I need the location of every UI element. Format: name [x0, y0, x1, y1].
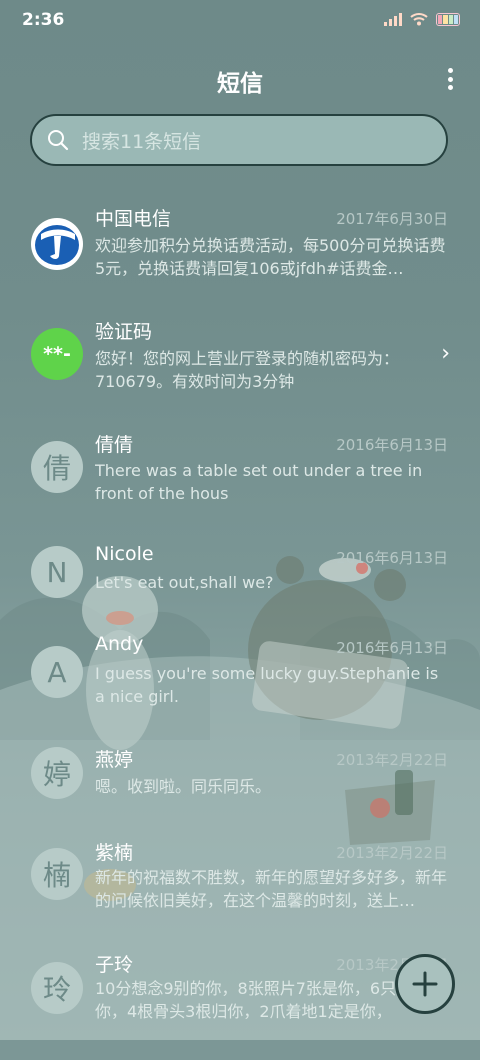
status-time: 2:36: [22, 10, 65, 30]
conversation-item[interactable]: 楠 紫楠 2013年2月22日 新年的祝福数不胜数，新年的愿望好多好多，新年的问…: [0, 838, 480, 948]
contact-name: Andy: [95, 633, 144, 655]
china-telecom-logo-icon: [31, 218, 83, 270]
message-date: 2017年6月30日: [336, 210, 448, 228]
conversation-item[interactable]: 中国电信 2017年6月30日 欢迎参加积分兑换话费活动，每500分可兑换话费5…: [0, 190, 480, 300]
verification-code-icon: **-: [31, 328, 83, 380]
message-preview: 嗯。收到啦。同乐同乐。: [95, 777, 272, 796]
message-date: 2013年2月22日: [336, 751, 448, 769]
contact-name: Nicole: [95, 543, 154, 565]
avatar: N: [31, 546, 83, 598]
search-input[interactable]: 搜索11条短信: [30, 114, 448, 166]
app-header: 短信: [0, 56, 480, 102]
search-placeholder: 搜索11条短信: [82, 130, 202, 153]
status-bar: 2:36: [0, 0, 480, 44]
more-options-icon[interactable]: [446, 68, 454, 90]
wifi-icon: [410, 13, 428, 26]
message-preview: 欢迎参加积分兑换话费活动，每500分可兑换话费5元，兑换话费请回复106或jfd…: [95, 236, 446, 278]
message-date: 2016年6月13日: [336, 436, 448, 454]
page-title: 短信: [217, 71, 263, 97]
conversation-item[interactable]: 倩 倩倩 2016年6月13日 There was a table set ou…: [0, 416, 480, 526]
chevron-right-icon[interactable]: ›: [441, 341, 450, 366]
message-preview: 您好！您的网上营业厅登录的随机密码为：710679。有效时间为3分钟: [95, 349, 400, 391]
cellular-signal-icon: [384, 12, 402, 26]
message-preview: Let's eat out,shall we?: [95, 573, 274, 592]
message-preview: I guess you're some lucky guy.Stephanie …: [95, 664, 439, 706]
message-date: 2013年2月22日: [336, 844, 448, 862]
avatar: 婷: [31, 747, 83, 799]
avatar: 玲: [31, 962, 83, 1014]
message-date: 2016年6月13日: [336, 639, 448, 657]
message-preview: 新年的祝福数不胜数，新年的愿望好多好多，新年的问候依旧美好，在这个温馨的时刻，送…: [95, 868, 448, 910]
contact-name: 中国电信: [95, 208, 172, 230]
battery-icon: [436, 12, 460, 26]
contact-name: 验证码: [95, 321, 153, 343]
avatar: A: [31, 646, 83, 698]
contact-name: 紫楠: [95, 842, 134, 864]
conversation-item[interactable]: N Nicole 2016年6月13日 Let's eat out,shall …: [0, 529, 480, 639]
contact-name: 燕婷: [95, 749, 134, 771]
contact-name: 倩倩: [95, 434, 134, 456]
avatar: 倩: [31, 441, 83, 493]
message-preview: There was a table set out under a tree i…: [95, 461, 423, 503]
new-message-button[interactable]: [395, 954, 455, 1014]
message-date: 2016年6月13日: [336, 549, 448, 567]
conversation-item[interactable]: A Andy 2016年6月13日 I guess you're some lu…: [0, 633, 480, 743]
avatar: 楠: [31, 848, 83, 900]
conversation-item[interactable]: **- 验证码 您好！您的网上营业厅登录的随机密码为：710679。有效时间为3…: [0, 303, 480, 413]
plus-icon: [412, 971, 438, 997]
search-icon: [48, 130, 69, 151]
contact-name: 子玲: [95, 954, 134, 976]
